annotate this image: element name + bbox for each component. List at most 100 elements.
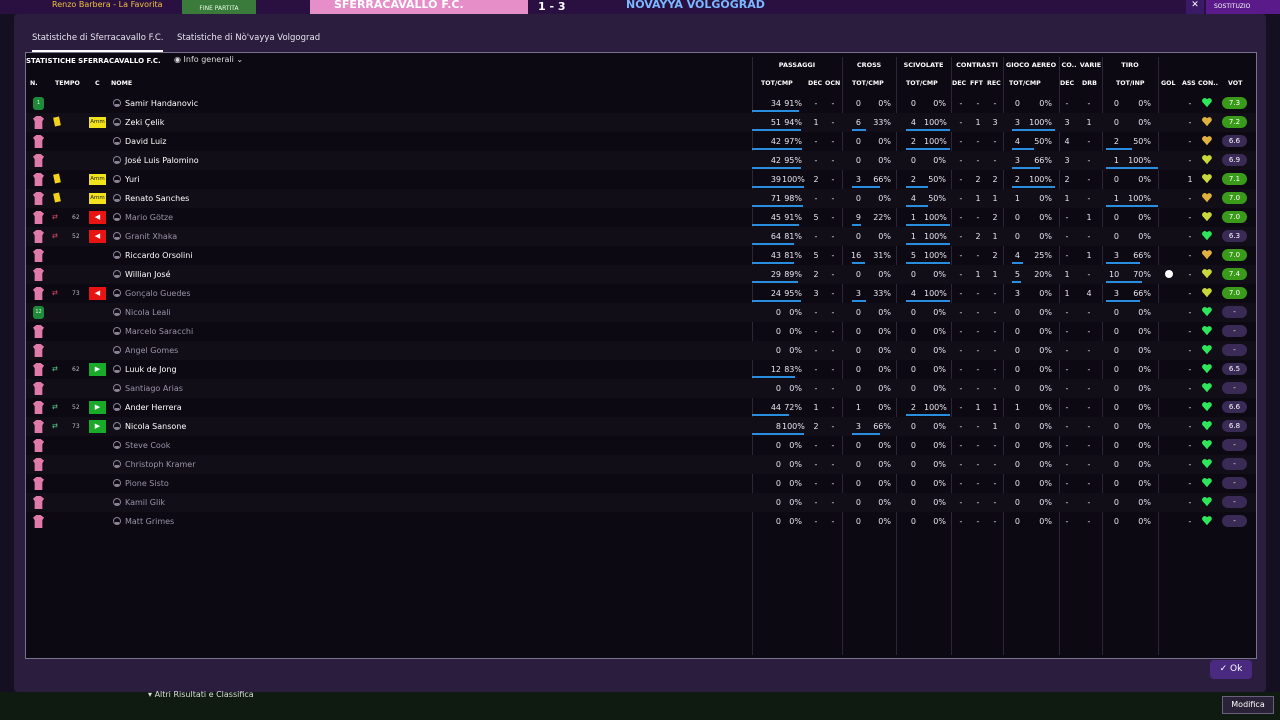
player-profile-icon[interactable]: [113, 346, 121, 354]
player-name[interactable]: Nicola Leali: [125, 303, 171, 322]
table-row[interactable]: Angel Gomes 0 0% - - 0 0% 0 0% - - - 0 0% - - 0 0% - -: [26, 341, 1256, 360]
player-profile-icon[interactable]: [113, 289, 121, 297]
player-name[interactable]: Pione Sisto: [125, 474, 169, 493]
player-name[interactable]: Marcelo Saracchi: [125, 322, 193, 341]
col-drb[interactable]: DRB: [1082, 80, 1097, 87]
player-profile-icon[interactable]: [113, 137, 121, 145]
table-row[interactable]: José Luis Palomino 42 95% - -0 0% 0 0% - - -3 66% 3-…: [26, 151, 1256, 170]
player-name[interactable]: Angel Gomes: [125, 341, 178, 360]
player-profile-icon[interactable]: [113, 213, 121, 221]
col-condition[interactable]: CON..: [1198, 80, 1218, 87]
player-profile-icon[interactable]: [113, 460, 121, 468]
player-name[interactable]: Gonçalo Guedes: [125, 284, 190, 303]
stat-ca: 0: [855, 479, 861, 488]
player-profile-icon[interactable]: [113, 422, 121, 430]
player-name[interactable]: Nicola Sansone: [125, 417, 186, 436]
ok-button[interactable]: ✓ Ok: [1210, 660, 1252, 679]
player-name[interactable]: Kamil Glik: [125, 493, 165, 512]
player-name[interactable]: Granit Xhaka: [125, 227, 177, 246]
table-row[interactable]: ⇄ 62 ◀ Mario Götze 45 91% 5-9 22% 1 100% - -2 0 0% -1 0…: [26, 208, 1256, 227]
table-row[interactable]: Amm Yuri 39 100% 2-3 66% 2 50% -2 2 2 100% 2-0 0% 1 7.1: [26, 170, 1256, 189]
substitutions-button[interactable]: SOSTITUZIO: [1206, 0, 1280, 14]
table-row[interactable]: Amm Zeki Çelik 51 94% 1-6 33% 4 100% -1 3 3 100% 3 1 0…: [26, 113, 1256, 132]
table-row[interactable]: ⇄ 73 ◀ Gonçalo Guedes 24 95% 3-3 33% 4 100% - - -3 0%…: [26, 284, 1256, 303]
table-row[interactable]: Kamil Glik 0 0% - - 0 0% 0 0% - - - 0 0% - - 0 0% - -: [26, 493, 1256, 512]
col-contr-dec[interactable]: DEC: [952, 80, 966, 87]
player-name[interactable]: Steve Cook: [125, 436, 170, 455]
player-profile-icon[interactable]: [113, 118, 121, 126]
player-profile-icon[interactable]: [113, 194, 121, 202]
player-name[interactable]: Matt Grimes: [125, 512, 174, 531]
table-row[interactable]: ⇄ 52 ▶ Ander Herrera 44 72% 1-1 0% 2 100% -1 1 1 0% - -…: [26, 398, 1256, 417]
player-name[interactable]: Ander Herrera: [125, 398, 182, 417]
table-row[interactable]: Marcelo Saracchi 0 0% - - 0 0% 0 0% - - - 0 0% - - 0 0% - -: [26, 322, 1256, 341]
player-profile-icon[interactable]: [113, 99, 121, 107]
col-card[interactable]: C: [95, 80, 100, 87]
col-shot-totinp[interactable]: TOT/INP: [1116, 80, 1144, 87]
col-contr-fft[interactable]: FFT: [970, 80, 983, 87]
col-aerial-totcmp[interactable]: TOT/CMP: [1009, 80, 1041, 87]
table-row[interactable]: 12 Nicola Leali 0 0% - - 0 0% 0 0% - - - 0 0% - - 0 0% - -: [26, 303, 1256, 322]
col-assists[interactable]: ASS: [1182, 80, 1196, 87]
view-select[interactable]: ◉ Info generali ⌄: [174, 55, 243, 64]
table-row[interactable]: ⇄ 73 ▶ Nicola Sansone 8 100% 2-3 66% 0 0% - -1 0 0% - -…: [26, 417, 1256, 436]
player-profile-icon[interactable]: [113, 365, 121, 373]
table-row[interactable]: Willian José 29 89% 2-0 0% 0 0% -1 1 5 20% 1-10 70% -…: [26, 265, 1256, 284]
table-row[interactable]: Santiago Arias 0 0% - - 0 0% 0 0% - - - 0 0% - - 0 0% - -: [26, 379, 1256, 398]
player-profile-icon[interactable]: [113, 175, 121, 183]
player-name[interactable]: Luuk de Jong: [125, 360, 177, 379]
col-pass-totcmp[interactable]: TOT/CMP: [761, 80, 793, 87]
col-pass-ocn[interactable]: OCN: [825, 80, 840, 87]
modifica-button[interactable]: Modifica: [1222, 696, 1274, 714]
col-rating[interactable]: VOT: [1228, 80, 1242, 87]
col-time[interactable]: TEMPO: [55, 80, 80, 87]
col-number[interactable]: N.: [30, 80, 38, 87]
player-profile-icon[interactable]: [113, 156, 121, 164]
table-row[interactable]: David Luiz 42 97% - -0 0% 2 100% - - -4 50% 4-2 50% -6…: [26, 132, 1256, 151]
player-name[interactable]: Mario Götze: [125, 208, 173, 227]
player-name[interactable]: Yuri: [125, 170, 140, 189]
table-row[interactable]: Riccardo Orsolini 43 81% 5-16 31% 5 100% - -2 4 25…: [26, 246, 1256, 265]
player-name[interactable]: José Luis Palomino: [125, 151, 199, 170]
stat-ga: 0: [1014, 99, 1020, 108]
player-profile-icon[interactable]: [113, 479, 121, 487]
player-name[interactable]: David Luiz: [125, 132, 166, 151]
table-row[interactable]: 1 Samir Handanovic 34 91% - -0 0% 0 0% - - -0 0% - -0 0…: [26, 94, 1256, 113]
player-profile-icon[interactable]: [113, 270, 121, 278]
col-tackle-totcmp[interactable]: TOT/CMP: [906, 80, 938, 87]
player-name[interactable]: Santiago Arias: [125, 379, 183, 398]
table-row[interactable]: Steve Cook 0 0% - - 0 0% 0 0% - - - 0 0% - - 0 0% - -: [26, 436, 1256, 455]
player-profile-icon[interactable]: [113, 384, 121, 392]
tab-away-stats[interactable]: Statistiche di Nò'vayya Volgograd: [177, 26, 320, 50]
table-row[interactable]: Amm Renato Sanches 71 98% - -0 0% 4 50% -1 1 1 0% 1-1…: [26, 189, 1256, 208]
player-name[interactable]: Renato Sanches: [125, 189, 189, 208]
player-name[interactable]: Willian José: [125, 265, 170, 284]
player-profile-icon[interactable]: [113, 251, 121, 259]
col-goals[interactable]: GOL: [1161, 80, 1176, 87]
results-link[interactable]: ▾ Altri Risultati e Classifica: [148, 690, 254, 699]
col-co-dec[interactable]: DEC: [1060, 80, 1074, 87]
booked-badge: Amm: [89, 193, 106, 204]
player-profile-icon[interactable]: [113, 403, 121, 411]
player-name[interactable]: Zeki Çelik: [125, 113, 164, 132]
col-name[interactable]: NOME: [111, 80, 132, 87]
tab-home-stats[interactable]: Statistiche di Sferracavallo F.C.: [32, 26, 164, 52]
col-contr-rec[interactable]: REC: [987, 80, 1001, 87]
col-cross-totcmp[interactable]: TOT/CMP: [852, 80, 884, 87]
table-row[interactable]: Matt Grimes 0 0% - - 0 0% 0 0% - - - 0 0% - - 0 0% - -: [26, 512, 1256, 531]
player-name[interactable]: Riccardo Orsolini: [125, 246, 193, 265]
player-profile-icon[interactable]: [113, 498, 121, 506]
player-profile-icon[interactable]: [113, 517, 121, 525]
close-icon[interactable]: ✕: [1186, 0, 1204, 14]
player-name[interactable]: Christoph Kramer: [125, 455, 196, 474]
col-pass-dec[interactable]: DEC: [808, 80, 822, 87]
table-row[interactable]: ⇄ 62 ▶ Luuk de Jong 12 83% - -0 0% 0 0% - - -0 0% - -0 0%…: [26, 360, 1256, 379]
table-row[interactable]: Christoph Kramer 0 0% - - 0 0% 0 0% - - - 0 0% - - 0 0% - -: [26, 455, 1256, 474]
player-profile-icon[interactable]: [113, 232, 121, 240]
player-profile-icon[interactable]: [113, 327, 121, 335]
table-row[interactable]: Pione Sisto 0 0% - - 0 0% 0 0% - - - 0 0% - - 0 0% - -: [26, 474, 1256, 493]
player-profile-icon[interactable]: [113, 308, 121, 316]
table-row[interactable]: ⇄ 52 ◀ Granit Xhaka 64 81% - -0 0% 1 100% -2 1 0 0% - -0…: [26, 227, 1256, 246]
player-name[interactable]: Samir Handanovic: [125, 94, 198, 113]
player-profile-icon[interactable]: [113, 441, 121, 449]
